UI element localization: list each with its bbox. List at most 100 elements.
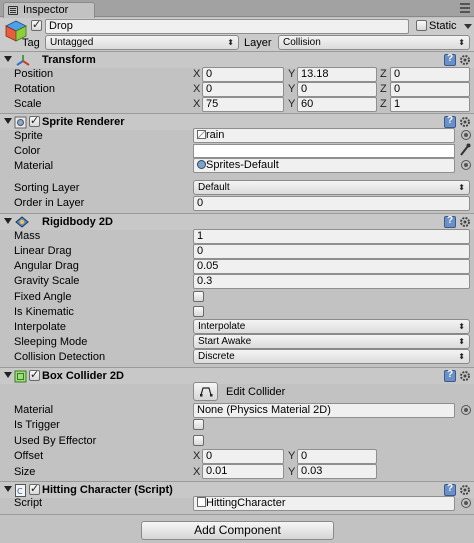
axis-x-label: X — [193, 98, 201, 110]
chevron-down-icon: ⬍ — [458, 337, 465, 346]
collider-material-label: Material — [14, 404, 54, 416]
help-icon[interactable] — [444, 369, 456, 382]
gear-icon[interactable] — [459, 484, 471, 496]
sleeping-mode-value: Start Awake — [198, 336, 252, 347]
eyedropper-icon[interactable] — [459, 143, 471, 157]
object-picker-icon[interactable] — [461, 160, 471, 170]
rotation-z-field[interactable]: 0 — [390, 82, 470, 97]
sprite-field[interactable]: rain — [193, 128, 455, 143]
fixed-angle-checkbox[interactable] — [193, 291, 204, 302]
add-component-button[interactable]: Add Component — [141, 521, 334, 540]
position-z-field[interactable]: 0 — [390, 67, 470, 82]
active-checkbox[interactable] — [31, 18, 42, 31]
fixed-angle-label: Fixed Angle — [14, 291, 72, 303]
sprite-renderer-icon — [14, 116, 27, 129]
foldout-arrow-icon[interactable] — [4, 486, 12, 492]
gear-icon[interactable] — [459, 216, 471, 228]
collision-detection-dropdown[interactable]: Discrete ⬍ — [193, 349, 470, 364]
color-swatch[interactable] — [193, 144, 455, 158]
layer-label: Layer — [244, 37, 272, 49]
tag-label: Tag — [22, 37, 40, 49]
gear-icon[interactable] — [459, 116, 471, 128]
sprite-renderer-enabled-checkbox[interactable] — [29, 114, 40, 127]
angular-drag-label: Angular Drag — [14, 260, 79, 272]
script-value: HittingCharacter — [206, 497, 286, 509]
tab-inspector[interactable]: Inspector — [3, 2, 95, 18]
axis-y-label: Y — [288, 83, 296, 95]
material-value: Sprites-Default — [206, 159, 279, 171]
static-label: Static — [429, 20, 457, 32]
material-label: Material — [14, 160, 54, 172]
static-checkbox[interactable] — [416, 20, 427, 31]
object-name-field[interactable]: Drop — [45, 19, 409, 34]
chevron-down-icon: ⬍ — [458, 322, 465, 331]
box-collider-header[interactable]: Box Collider 2D — [0, 367, 474, 384]
interpolate-label: Interpolate — [14, 321, 66, 333]
mass-field[interactable]: 1 — [193, 229, 470, 244]
rotation-y-field[interactable]: 0 — [297, 82, 377, 97]
foldout-arrow-icon[interactable] — [4, 218, 12, 224]
linear-drag-field[interactable]: 0 — [193, 244, 470, 259]
gear-icon[interactable] — [459, 54, 471, 66]
sorting-layer-label: Sorting Layer — [14, 182, 80, 194]
sleeping-mode-dropdown[interactable]: Start Awake ⬍ — [193, 334, 470, 349]
axis-x-label: X — [193, 83, 201, 95]
help-icon[interactable] — [444, 483, 456, 496]
interpolate-dropdown[interactable]: Interpolate ⬍ — [193, 319, 470, 334]
is-kinematic-label: Is Kinematic — [14, 306, 74, 318]
scale-y-field[interactable]: 60 — [297, 97, 377, 112]
axis-x-label: X — [193, 68, 201, 80]
position-x-field[interactable]: 0 — [202, 67, 284, 82]
is-trigger-checkbox[interactable] — [193, 419, 204, 430]
position-label: Position — [14, 68, 54, 80]
used-by-effector-label: Used By Effector — [14, 435, 97, 447]
material-field[interactable]: Sprites-Default — [193, 158, 455, 173]
interpolate-value: Interpolate — [198, 321, 246, 332]
collider-material-field[interactable]: None (Physics Material 2D) — [193, 403, 455, 418]
help-icon[interactable] — [444, 115, 456, 128]
box-collider-icon — [14, 370, 27, 383]
rigidbody-header[interactable]: Rigidbody 2D — [0, 213, 474, 230]
rotation-x-field[interactable]: 0 — [202, 82, 284, 97]
size-y-field[interactable]: 0.03 — [297, 464, 377, 479]
object-picker-icon[interactable] — [461, 130, 471, 140]
axis-y-label: Y — [288, 450, 296, 462]
rigidbody-title: Rigidbody 2D — [42, 216, 113, 228]
axis-z-label: Z — [380, 83, 387, 95]
angular-drag-field[interactable]: 0.05 — [193, 259, 470, 274]
size-x-field[interactable]: 0.01 — [202, 464, 284, 479]
script-field[interactable]: HittingCharacter — [193, 496, 455, 511]
object-picker-icon[interactable] — [461, 405, 471, 415]
axis-y-label: Y — [288, 68, 296, 80]
axis-y-label: Y — [288, 98, 296, 110]
help-icon[interactable] — [444, 53, 456, 66]
edit-collider-label: Edit Collider — [226, 386, 286, 398]
gravity-scale-field[interactable]: 0.3 — [193, 274, 470, 289]
offset-x-field[interactable]: 0 — [202, 449, 284, 464]
foldout-arrow-icon[interactable] — [4, 372, 12, 378]
foldout-arrow-icon[interactable] — [4, 56, 12, 62]
scale-x-field[interactable]: 75 — [202, 97, 284, 112]
gear-icon[interactable] — [459, 370, 471, 382]
sprite-renderer-title: Sprite Renderer — [42, 116, 125, 128]
object-picker-icon[interactable] — [461, 498, 471, 508]
tab-label: Inspector — [23, 4, 69, 16]
help-icon[interactable] — [444, 215, 456, 228]
scale-z-field[interactable]: 1 — [390, 97, 470, 112]
layer-dropdown[interactable]: Collision ⬍ — [278, 35, 470, 50]
is-kinematic-checkbox[interactable] — [193, 306, 204, 317]
used-by-effector-checkbox[interactable] — [193, 435, 204, 446]
foldout-arrow-icon[interactable] — [4, 118, 12, 124]
script-enabled-checkbox[interactable] — [29, 482, 40, 495]
offset-y-field[interactable]: 0 — [297, 449, 377, 464]
order-in-layer-field[interactable]: 0 — [193, 196, 470, 211]
size-label: Size — [14, 466, 36, 478]
edit-collider-button[interactable] — [193, 382, 218, 401]
transform-header[interactable]: Transform — [0, 51, 474, 68]
box-collider-enabled-checkbox[interactable] — [29, 368, 40, 381]
tag-dropdown[interactable]: Untagged ⬍ — [45, 35, 239, 50]
tab-bar: Inspector — [0, 0, 474, 18]
position-y-field[interactable]: 13.18 — [297, 67, 377, 82]
tab-menu-icon[interactable] — [460, 3, 470, 13]
sorting-layer-dropdown[interactable]: Default ⬍ — [193, 180, 470, 195]
